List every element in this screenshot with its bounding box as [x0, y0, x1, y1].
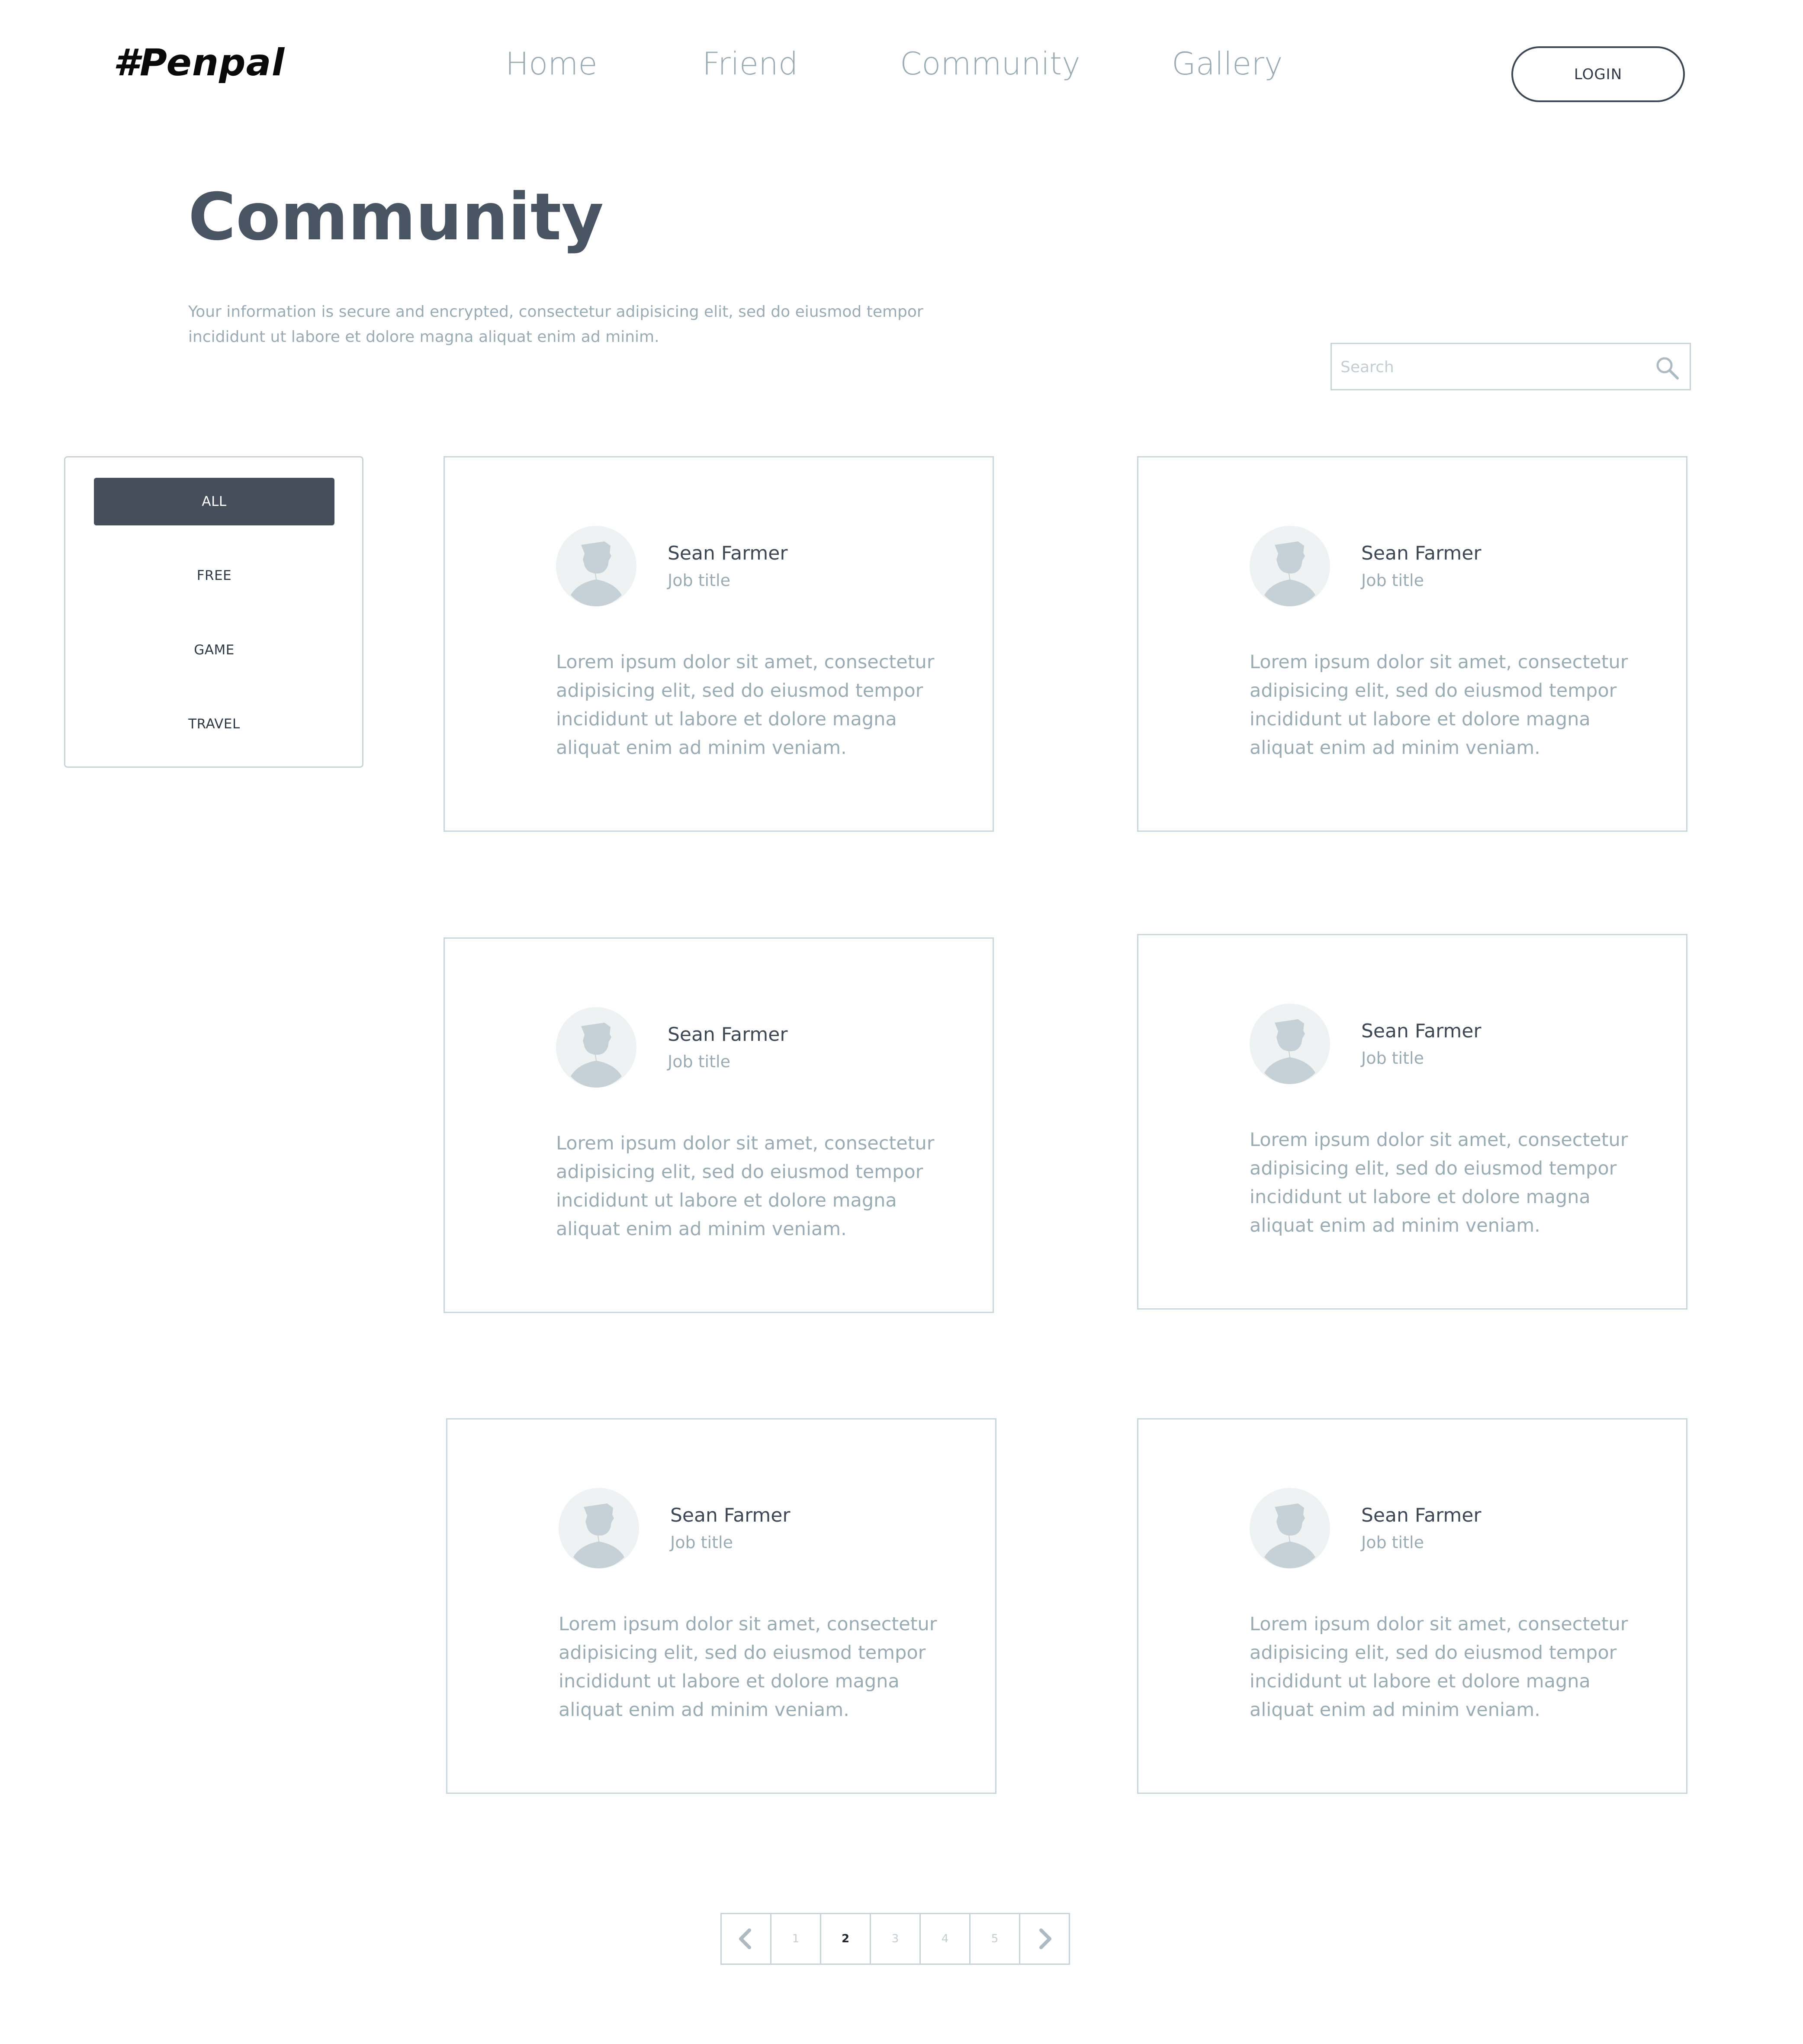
member-description: Lorem ipsum dolor sit amet, consectetur …	[1250, 1129, 1628, 1236]
avatar-placeholder-icon	[1250, 1004, 1330, 1084]
filter-travel[interactable]: TRAVEL	[94, 700, 334, 748]
member-card[interactable]: Sean Farmer Job title Lorem ipsum dolor …	[444, 937, 994, 1313]
filter-game[interactable]: GAME	[94, 626, 334, 674]
pagination: 1 2 3 4 5	[720, 1913, 1070, 1965]
member-description: Lorem ipsum dolor sit amet, consectetur …	[556, 1133, 935, 1240]
member-description: Lorem ipsum dolor sit amet, consectetur …	[1250, 651, 1628, 759]
member-job-title: Job title	[1361, 1533, 1424, 1552]
login-button[interactable]: LOGIN	[1511, 46, 1685, 102]
intro-line: Your information is secure and encrypted…	[188, 303, 923, 321]
member-name: Sean Farmer	[1361, 1020, 1482, 1042]
category-filter-panel: ALL FREE GAME TRAVEL	[64, 456, 363, 768]
search-box	[1331, 343, 1691, 390]
member-name: Sean Farmer	[1361, 1504, 1482, 1526]
next-page-button[interactable]	[1019, 1913, 1070, 1965]
member-card[interactable]: Sean Farmer Job title Lorem ipsum dolor …	[1137, 1418, 1687, 1794]
avatar-placeholder-icon	[556, 526, 636, 606]
member-name: Sean Farmer	[668, 542, 788, 564]
member-job-title: Job title	[668, 1052, 730, 1071]
search-icon[interactable]	[1654, 355, 1680, 381]
member-job-title: Job title	[1361, 571, 1424, 590]
member-job-title: Job title	[1361, 1049, 1424, 1068]
page-button[interactable]: 4	[919, 1913, 971, 1965]
member-name: Sean Farmer	[670, 1504, 791, 1526]
member-card[interactable]: Sean Farmer Job title Lorem ipsum dolor …	[1137, 456, 1687, 832]
nav-friend[interactable]: Friend	[702, 45, 798, 82]
member-description: Lorem ipsum dolor sit amet, consectetur …	[1250, 1613, 1628, 1721]
page-button-current[interactable]: 2	[820, 1913, 871, 1965]
page-button[interactable]: 3	[870, 1913, 921, 1965]
filter-all[interactable]: ALL	[94, 478, 334, 525]
member-job-title: Job title	[668, 571, 730, 590]
prev-page-button[interactable]	[720, 1913, 771, 1965]
filter-free[interactable]: FREE	[94, 552, 334, 599]
avatar-placeholder-icon	[1250, 526, 1330, 606]
chevron-left-icon	[739, 1928, 751, 1949]
page-intro: Your information is secure and encrypted…	[188, 299, 967, 350]
logo[interactable]: #Penpal	[113, 41, 285, 84]
member-card[interactable]: Sean Farmer Job title Lorem ipsum dolor …	[446, 1418, 996, 1794]
member-name: Sean Farmer	[668, 1024, 788, 1046]
member-description: Lorem ipsum dolor sit amet, consectetur …	[559, 1613, 937, 1721]
member-description: Lorem ipsum dolor sit amet, consectetur …	[556, 651, 935, 759]
avatar-placeholder-icon	[559, 1488, 639, 1568]
avatar-placeholder-icon	[556, 1007, 636, 1088]
member-card[interactable]: Sean Farmer Job title Lorem ipsum dolor …	[444, 456, 994, 832]
nav-community[interactable]: Community	[900, 45, 1080, 82]
avatar-placeholder-icon	[1250, 1488, 1330, 1568]
page-title: Community	[188, 180, 604, 255]
member-name: Sean Farmer	[1361, 542, 1482, 564]
nav-gallery[interactable]: Gallery	[1172, 45, 1282, 82]
member-card[interactable]: Sean Farmer Job title Lorem ipsum dolor …	[1137, 934, 1687, 1310]
intro-line: incididunt ut labore et dolore magna ali…	[188, 328, 659, 346]
member-job-title: Job title	[670, 1533, 733, 1552]
page-button[interactable]: 1	[770, 1913, 821, 1965]
search-input[interactable]	[1340, 350, 1644, 384]
page-button[interactable]: 5	[969, 1913, 1020, 1965]
nav-home[interactable]: Home	[505, 45, 598, 82]
chevron-right-icon	[1039, 1928, 1051, 1949]
